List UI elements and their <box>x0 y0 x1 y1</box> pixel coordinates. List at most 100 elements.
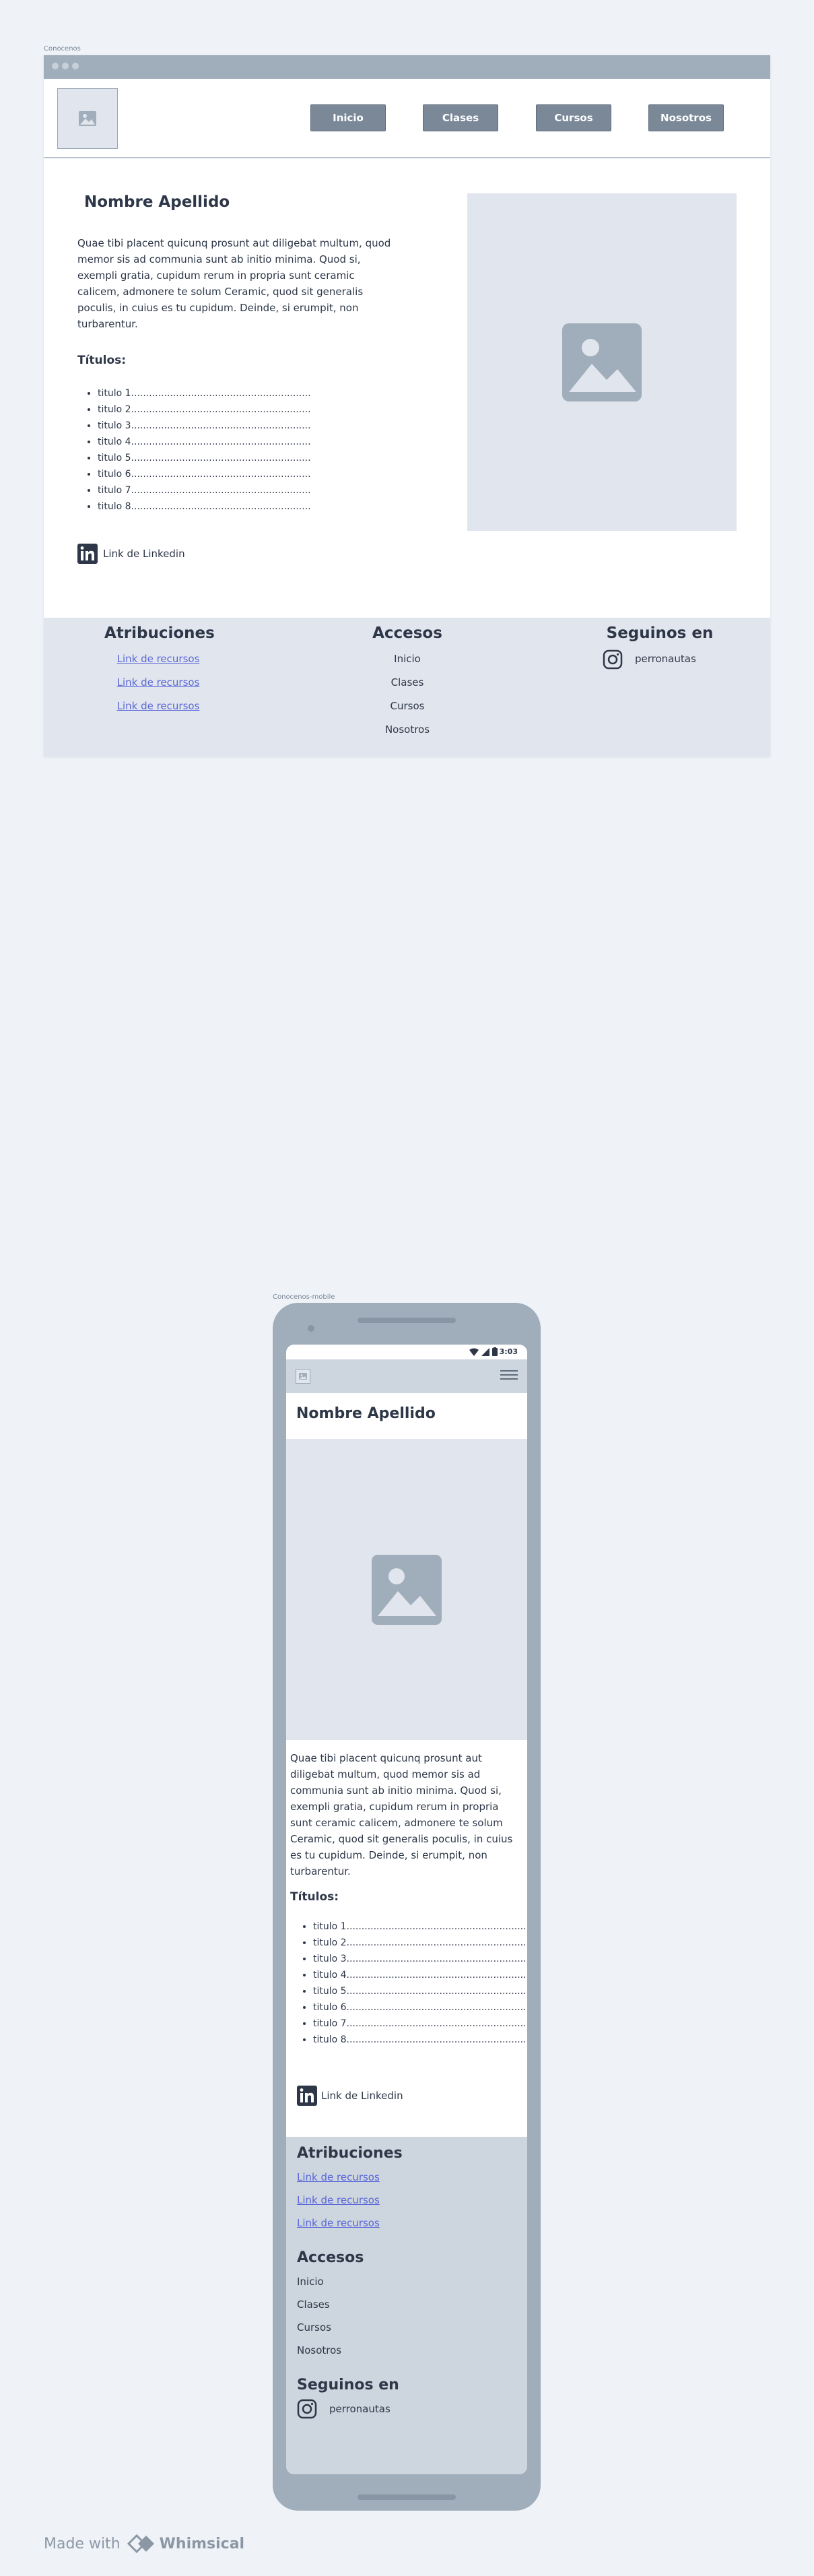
linkedin-label: Link de Linkedin <box>321 2090 403 2102</box>
list-item: titulo 2................................… <box>98 401 311 418</box>
profile-name: Nombre Apellido <box>84 193 230 211</box>
status-time: 3:03 <box>499 1347 518 1356</box>
footer-resource-link[interactable]: Link de recursos <box>297 2189 516 2212</box>
footer-accesos: Accesos Inicio Clases Cursos Nosotros <box>297 2249 516 2362</box>
desktop-frame-label: Conocenos <box>44 45 81 53</box>
footer-link-cursos[interactable]: Cursos <box>297 2316 516 2339</box>
footer-resource-link[interactable]: Link de recursos <box>117 676 200 688</box>
signal-icon <box>481 1348 489 1356</box>
footer-accesos-title: Accesos <box>372 624 442 642</box>
list-item: titulo 5................................… <box>313 1983 527 1999</box>
nav-button-clases[interactable]: Clases <box>423 104 498 131</box>
nav-button-cursos[interactable]: Cursos <box>536 104 611 131</box>
linkedin-label: Link de Linkedin <box>103 548 185 560</box>
footer-seguinos: Seguinos en perronautas <box>603 624 717 671</box>
list-item: titulo 8................................… <box>98 498 311 515</box>
titulos-heading: Títulos: <box>77 354 127 367</box>
footer-atribuciones-title: Atribuciones <box>104 624 215 642</box>
list-item: titulo 1................................… <box>313 1919 527 1935</box>
list-item: titulo 6................................… <box>98 466 311 482</box>
mobile-footer: Atribuciones Link de recursos Link de re… <box>286 2137 527 2474</box>
hamburger-menu-icon[interactable] <box>500 1367 518 1384</box>
phone-frame: 3:03 Nombre Apellido Quae tibi placent q… <box>273 1303 541 2511</box>
site-header: Inicio Clases Cursos Nosotros <box>44 79 770 158</box>
nav-button-nosotros[interactable]: Nosotros <box>648 104 724 131</box>
browser-bar <box>44 55 770 79</box>
list-item: titulo 6................................… <box>313 1999 527 2016</box>
footer-link-inicio[interactable]: Inicio <box>297 2270 516 2293</box>
list-item: titulo 3................................… <box>313 1951 527 1967</box>
footer-seguinos-title: Seguinos en <box>606 624 714 642</box>
footer-resource-link[interactable]: Link de recursos <box>117 653 200 665</box>
instagram-link[interactable]: perronautas <box>297 2397 516 2420</box>
linkedin-icon <box>77 544 98 564</box>
footer-link-clases[interactable]: Clases <box>297 2293 516 2316</box>
instagram-link[interactable]: perronautas <box>603 647 717 671</box>
browser-dot <box>62 63 69 69</box>
mobile-frame-label: Conocenos-mobile <box>273 1293 335 1301</box>
logo[interactable] <box>57 88 118 149</box>
list-item: titulo 2................................… <box>313 1935 527 1951</box>
list-item: titulo 4................................… <box>313 1967 527 1983</box>
profile-section: Nombre Apellido Quae tibi placent quicun… <box>44 158 770 618</box>
list-item: titulo 1................................… <box>98 385 311 401</box>
list-item: titulo 3................................… <box>98 418 311 434</box>
footer-seguinos-title: Seguinos en <box>297 2377 399 2393</box>
footer-accesos-title: Accesos <box>297 2249 364 2266</box>
whimsical-brand: Whimsical <box>159 2535 245 2552</box>
mobile-header <box>286 1359 527 1393</box>
footer-link-cursos[interactable]: Cursos <box>347 695 468 718</box>
phone-screen: 3:03 Nombre Apellido Quae tibi placent q… <box>286 1345 527 2474</box>
phone-camera <box>308 1325 314 1332</box>
titulos-heading: Títulos: <box>290 1890 339 1904</box>
phone-speaker <box>358 1318 456 1323</box>
footer-resource-link[interactable]: Link de recursos <box>297 2212 516 2234</box>
linkedin-link[interactable]: Link de Linkedin <box>77 544 185 564</box>
footer-resource-link[interactable]: Link de recursos <box>117 700 200 712</box>
status-bar: 3:03 <box>286 1345 527 1359</box>
footer-link-nosotros[interactable]: Nosotros <box>297 2339 516 2362</box>
footer-accesos: Accesos Inicio Clases Cursos Nosotros <box>347 624 468 742</box>
linkedin-link[interactable]: Link de Linkedin <box>297 2086 403 2106</box>
profile-name: Nombre Apellido <box>296 1405 436 1422</box>
footer-resource-link[interactable]: Link de recursos <box>297 2166 516 2189</box>
footer-link-inicio[interactable]: Inicio <box>347 647 468 671</box>
browser-dot <box>72 63 79 69</box>
list-item: titulo 8................................… <box>313 2032 527 2048</box>
titulos-list: titulo 1................................… <box>313 1919 527 2048</box>
instagram-handle: perronautas <box>635 653 696 665</box>
profile-image <box>286 1439 527 1740</box>
list-item: titulo 5................................… <box>98 450 311 466</box>
list-item: titulo 7................................… <box>313 2016 527 2032</box>
made-with-whimsical[interactable]: Made with Whimsical <box>44 2534 244 2554</box>
phone-home-bar <box>358 2494 456 2500</box>
nav-button-inicio[interactable]: Inicio <box>310 104 386 131</box>
image-placeholder-icon <box>372 1554 442 1625</box>
profile-image <box>467 193 737 531</box>
image-placeholder-icon <box>299 1373 307 1380</box>
linkedin-icon <box>297 2086 317 2106</box>
made-with-label: Made with <box>44 2535 121 2552</box>
logo[interactable] <box>296 1369 310 1384</box>
wifi-icon <box>469 1348 479 1356</box>
footer-atribuciones: Atribuciones Link de recursos Link de re… <box>104 624 215 718</box>
image-placeholder-icon <box>562 323 642 401</box>
footer-link-nosotros[interactable]: Nosotros <box>347 718 468 742</box>
image-placeholder-icon <box>79 111 96 126</box>
footer-link-clases[interactable]: Clases <box>347 671 468 695</box>
footer-seguinos: Seguinos en perronautas <box>297 2377 516 2420</box>
profile-bio: Quae tibi placent quicunq prosunt aut di… <box>290 1752 513 1877</box>
instagram-icon <box>603 649 623 669</box>
footer-atribuciones: Atribuciones Link de recursos Link de re… <box>297 2145 516 2234</box>
titulos-list: titulo 1................................… <box>98 385 311 515</box>
list-item: titulo 7................................… <box>98 482 311 498</box>
battery-icon <box>492 1347 498 1356</box>
browser-dot <box>52 63 59 69</box>
desktop-frame: Inicio Clases Cursos Nosotros Nombre Ape… <box>44 55 770 756</box>
list-item: titulo 4................................… <box>98 434 311 450</box>
site-footer: Atribuciones Link de recursos Link de re… <box>44 618 770 756</box>
footer-atribuciones-title: Atribuciones <box>297 2145 403 2162</box>
instagram-handle: perronautas <box>329 2403 391 2415</box>
instagram-icon <box>297 2399 317 2419</box>
profile-bio: Quae tibi placent quicunq prosunt aut di… <box>77 237 391 330</box>
